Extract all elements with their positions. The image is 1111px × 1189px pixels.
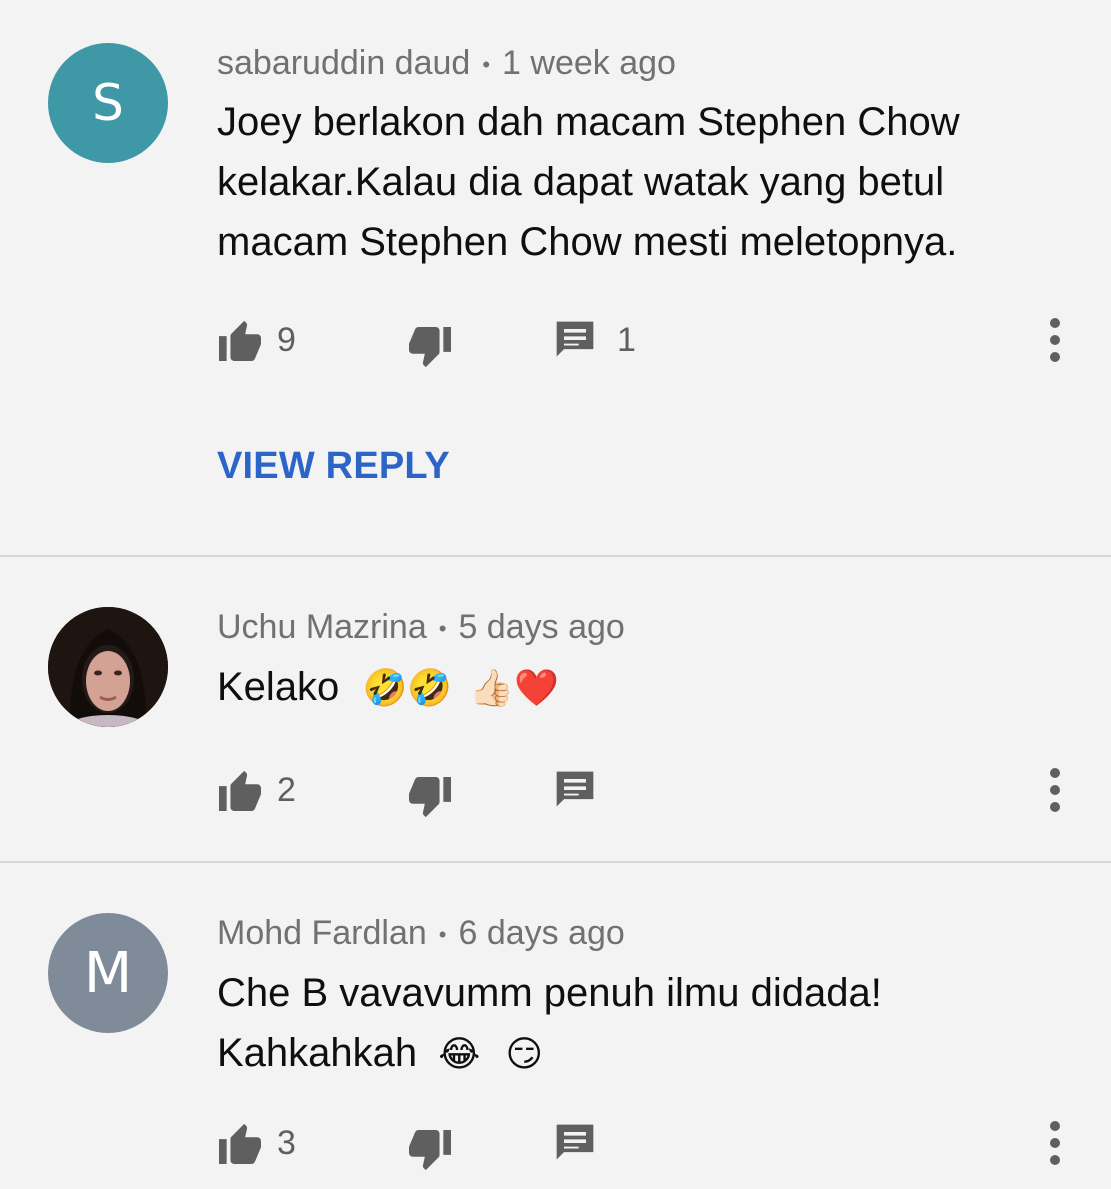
- reply-button[interactable]: [553, 760, 597, 820]
- comment-icon: [556, 1124, 594, 1160]
- thumbs-up-icon: [219, 1123, 261, 1164]
- like-count: 3: [277, 1123, 296, 1162]
- thumbs-up-icon: [219, 320, 261, 361]
- comment-meta: sabaruddin daud • 1 week ago: [217, 44, 676, 83]
- avatar[interactable]: S: [48, 43, 168, 163]
- meta-separator: •: [482, 52, 491, 78]
- comment-time[interactable]: 1 week ago: [502, 44, 676, 82]
- rofl-emoji: 🤣: [407, 668, 453, 709]
- author-name[interactable]: sabaruddin daud: [217, 44, 470, 82]
- comment-time[interactable]: 5 days ago: [458, 608, 624, 646]
- comment-actions: 2: [217, 760, 1097, 820]
- more-vertical-icon: [1050, 352, 1060, 362]
- comment-icon: [556, 321, 594, 357]
- more-vertical-icon: [1050, 802, 1060, 812]
- thumbs-up-icon: [219, 770, 261, 811]
- comment-time[interactable]: 6 days ago: [458, 914, 624, 952]
- more-options-button[interactable]: [1041, 310, 1069, 370]
- like-count: 2: [277, 770, 296, 809]
- comment-2: Uchu Mazrina • 5 days ago Kelako 🤣🤣 👍🏻❤️ 2: [0, 557, 1111, 861]
- more-vertical-icon: [1050, 1155, 1060, 1165]
- avatar[interactable]: [48, 607, 168, 727]
- like-button[interactable]: 3: [217, 1113, 296, 1173]
- comment-text: Joey berlakon dah macam Stephen Chow kel…: [217, 92, 1067, 272]
- comment-text-line: Che B vavavumm penuh ilmu didada!: [217, 971, 882, 1015]
- more-vertical-icon: [1050, 1138, 1060, 1148]
- profile-photo: [48, 607, 168, 727]
- like-button[interactable]: 9: [217, 310, 296, 370]
- more-options-button[interactable]: [1041, 1113, 1069, 1173]
- more-vertical-icon: [1050, 768, 1060, 778]
- comment-3: M Mohd Fardlan • 6 days ago Che B vavavumm…: [0, 863, 1111, 1189]
- more-vertical-icon: [1050, 318, 1060, 328]
- comment-text-line-2: Kahkahkah 😂 😏: [217, 1023, 1067, 1085]
- comment-text-word: Kahkahkah: [217, 1031, 418, 1075]
- more-options-button[interactable]: [1041, 760, 1069, 820]
- tears-of-joy-emoji: 😂: [438, 1034, 481, 1075]
- heart-emoji: ❤️: [514, 668, 559, 709]
- comment-icon: [556, 771, 594, 807]
- comment-text-line: macam Stephen Chow mesti meletopnya.: [217, 220, 958, 264]
- thumbs-down-icon: [409, 1130, 451, 1171]
- dislike-button[interactable]: [407, 1121, 453, 1181]
- comment-text-line: Joey berlakon dah macam Stephen Chow: [217, 100, 960, 144]
- dislike-button[interactable]: [407, 768, 453, 828]
- comment-text: Kelako 🤣🤣 👍🏻❤️: [217, 657, 1067, 719]
- comment-meta: Mohd Fardlan • 6 days ago: [217, 914, 625, 953]
- more-vertical-icon: [1050, 335, 1060, 345]
- like-count: 9: [277, 320, 296, 359]
- reply-count: 1: [617, 320, 636, 359]
- avatar-initial: M: [83, 940, 133, 1006]
- avatar[interactable]: M: [48, 913, 168, 1033]
- dislike-button[interactable]: [407, 318, 453, 378]
- comment-text: Che B vavavumm penuh ilmu didada! Kahkah…: [217, 963, 1067, 1085]
- comment-actions: 3: [217, 1113, 1097, 1173]
- rofl-emoji: 🤣: [362, 668, 408, 709]
- comment-text-line: kelakar.Kalau dia dapat watak yang betul: [217, 160, 945, 204]
- meta-separator: •: [438, 922, 447, 948]
- more-vertical-icon: [1050, 785, 1060, 795]
- author-name[interactable]: Mohd Fardlan: [217, 914, 427, 952]
- thumbs-down-icon: [409, 327, 451, 368]
- reply-button[interactable]: 1: [553, 310, 636, 370]
- like-button[interactable]: 2: [217, 760, 296, 820]
- author-name[interactable]: Uchu Mazrina: [217, 608, 427, 646]
- view-reply-link[interactable]: VIEW REPLY: [217, 445, 450, 488]
- comment-meta: Uchu Mazrina • 5 days ago: [217, 608, 625, 647]
- thumbs-up-emoji: 👍🏻: [469, 668, 515, 709]
- avatar-initial: S: [92, 74, 124, 132]
- smirk-emoji: 😏: [505, 1034, 544, 1075]
- meta-separator: •: [438, 616, 447, 642]
- comment-actions: 9 1: [217, 310, 1097, 370]
- reply-button[interactable]: [553, 1113, 597, 1173]
- comment-text-line: Kelako: [217, 665, 340, 709]
- comment-1: S sabaruddin daud • 1 week ago Joey berlak…: [0, 0, 1111, 556]
- more-vertical-icon: [1050, 1121, 1060, 1131]
- thumbs-down-icon: [409, 777, 451, 818]
